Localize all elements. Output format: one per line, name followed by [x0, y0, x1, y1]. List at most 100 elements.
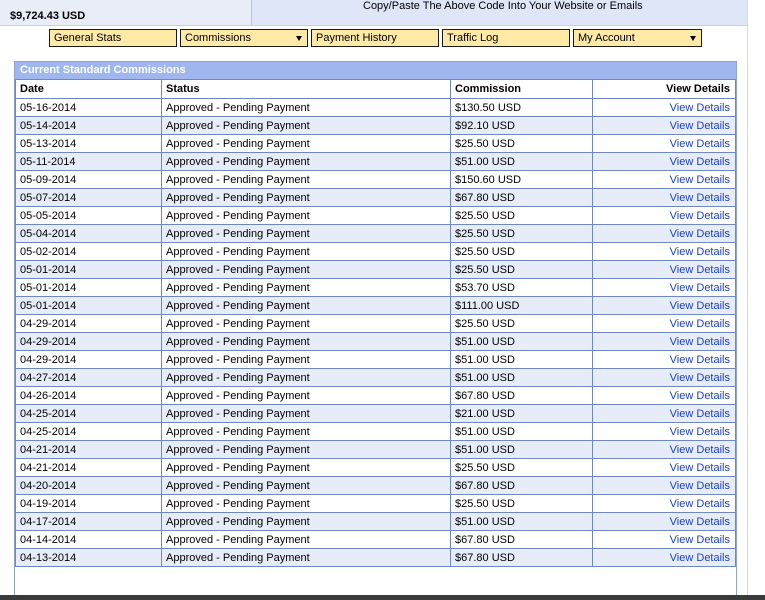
row-status: Approved - Pending Payment [161, 134, 451, 153]
row-view-details-cell: View Details [592, 296, 736, 315]
view-details-link[interactable]: View Details [670, 498, 730, 510]
view-details-link[interactable]: View Details [670, 228, 730, 240]
view-details-link[interactable]: View Details [670, 120, 730, 132]
table-row: 04-29-2014 Approved - Pending Payment $25.… [15, 314, 736, 333]
row-date: 05-16-2014 [15, 98, 162, 117]
table-row: 05-05-2014 Approved - Pending Payment $25.… [15, 206, 736, 225]
view-details-link[interactable]: View Details [670, 174, 730, 186]
view-details-link[interactable]: View Details [670, 156, 730, 168]
row-commission: $53.70 USD [450, 278, 593, 297]
table-header-row: Date Status Commission View Details [15, 79, 736, 99]
row-status: Approved - Pending Payment [161, 350, 451, 369]
table-row: 05-01-2014 Approved - Pending Payment $111… [15, 296, 736, 315]
nav-my-account-label: My Account [578, 32, 635, 44]
row-view-details-cell: View Details [592, 386, 736, 405]
row-commission: $67.80 USD [450, 476, 593, 495]
view-details-link[interactable]: View Details [670, 102, 730, 114]
nav-my-account-dropdown[interactable]: My Account [573, 29, 702, 47]
view-details-link[interactable]: View Details [670, 552, 730, 564]
row-date: 04-17-2014 [15, 512, 162, 531]
row-commission: $25.50 USD [450, 224, 593, 243]
row-commission: $25.50 USD [450, 206, 593, 225]
view-details-link[interactable]: View Details [670, 264, 730, 276]
row-status: Approved - Pending Payment [161, 314, 451, 333]
row-status: Approved - Pending Payment [161, 206, 451, 225]
row-status: Approved - Pending Payment [161, 116, 451, 135]
view-details-link[interactable]: View Details [670, 300, 730, 312]
view-details-link[interactable]: View Details [670, 138, 730, 150]
row-status: Approved - Pending Payment [161, 260, 451, 279]
table-row: 05-11-2014 Approved - Pending Payment $51.… [15, 152, 736, 171]
view-details-link[interactable]: View Details [670, 462, 730, 474]
row-view-details-cell: View Details [592, 116, 736, 135]
row-commission: $25.50 USD [450, 242, 593, 261]
row-date: 04-20-2014 [15, 476, 162, 495]
nav-payment-history[interactable]: Payment History [311, 29, 439, 47]
row-date: 04-14-2014 [15, 530, 162, 549]
row-date: 04-26-2014 [15, 386, 162, 405]
row-date: 05-02-2014 [15, 242, 162, 261]
dropdown-arrow-icon [296, 36, 302, 41]
view-details-link[interactable]: View Details [670, 426, 730, 438]
view-details-link[interactable]: View Details [670, 516, 730, 528]
nav-traffic-log[interactable]: Traffic Log [442, 29, 570, 47]
row-commission: $21.00 USD [450, 404, 593, 423]
row-status: Approved - Pending Payment [161, 224, 451, 243]
row-status: Approved - Pending Payment [161, 98, 451, 117]
row-view-details-cell: View Details [592, 242, 736, 261]
nav-general-stats[interactable]: General Stats [49, 29, 177, 47]
view-details-link[interactable]: View Details [670, 210, 730, 222]
view-details-link[interactable]: View Details [670, 480, 730, 492]
row-view-details-cell: View Details [592, 98, 736, 117]
row-view-details-cell: View Details [592, 224, 736, 243]
bottom-edge-bar [0, 595, 765, 600]
table-row: 04-25-2014 Approved - Pending Payment $21.… [15, 404, 736, 423]
row-commission: $25.50 USD [450, 260, 593, 279]
row-date: 05-01-2014 [15, 296, 162, 315]
row-status: Approved - Pending Payment [161, 188, 451, 207]
row-commission: $51.00 USD [450, 512, 593, 531]
row-status: Approved - Pending Payment [161, 404, 451, 423]
row-view-details-cell: View Details [592, 314, 736, 333]
view-details-link[interactable]: View Details [670, 372, 730, 384]
table-body: 05-16-2014 Approved - Pending Payment $130… [15, 98, 736, 567]
row-view-details-cell: View Details [592, 188, 736, 207]
view-details-link[interactable]: View Details [670, 318, 730, 330]
nav-commissions-dropdown[interactable]: Commissions [180, 29, 308, 47]
copy-paste-note: Copy/Paste The Above Code Into Your Webs… [363, 0, 643, 12]
row-commission: $51.00 USD [450, 152, 593, 171]
view-details-link[interactable]: View Details [670, 246, 730, 258]
row-commission: $51.00 USD [450, 332, 593, 351]
view-details-link[interactable]: View Details [670, 444, 730, 456]
row-date: 05-01-2014 [15, 278, 162, 297]
column-header-view-details: View Details [592, 79, 736, 99]
table-row: 05-09-2014 Approved - Pending Payment $150… [15, 170, 736, 189]
row-view-details-cell: View Details [592, 152, 736, 171]
view-details-link[interactable]: View Details [670, 354, 730, 366]
row-commission: $130.50 USD [450, 98, 593, 117]
row-status: Approved - Pending Payment [161, 548, 451, 567]
table-row: 04-17-2014 Approved - Pending Payment $51.… [15, 512, 736, 531]
table-row: 05-13-2014 Approved - Pending Payment $25.… [15, 134, 736, 153]
view-details-link[interactable]: View Details [670, 390, 730, 402]
table-row: 04-13-2014 Approved - Pending Payment $67.… [15, 548, 736, 567]
row-date: 05-01-2014 [15, 260, 162, 279]
view-details-link[interactable]: View Details [670, 282, 730, 294]
table-row: 04-29-2014 Approved - Pending Payment $51.… [15, 332, 736, 351]
view-details-link[interactable]: View Details [670, 192, 730, 204]
row-commission: $67.80 USD [450, 530, 593, 549]
view-details-link[interactable]: View Details [670, 534, 730, 546]
table-row: 05-01-2014 Approved - Pending Payment $25.… [15, 260, 736, 279]
view-details-link[interactable]: View Details [670, 408, 730, 420]
row-status: Approved - Pending Payment [161, 512, 451, 531]
row-view-details-cell: View Details [592, 476, 736, 495]
commissions-panel: Current Standard Commissions Date Status… [14, 61, 737, 596]
table-row: 04-19-2014 Approved - Pending Payment $25.… [15, 494, 736, 513]
nav-payment-history-label: Payment History [316, 32, 397, 44]
row-view-details-cell: View Details [592, 440, 736, 459]
row-commission: $67.80 USD [450, 386, 593, 405]
table-row: 05-04-2014 Approved - Pending Payment $25.… [15, 224, 736, 243]
view-details-link[interactable]: View Details [670, 336, 730, 348]
table-row: 04-21-2014 Approved - Pending Payment $51.… [15, 440, 736, 459]
table-row: 04-27-2014 Approved - Pending Payment $51.… [15, 368, 736, 387]
